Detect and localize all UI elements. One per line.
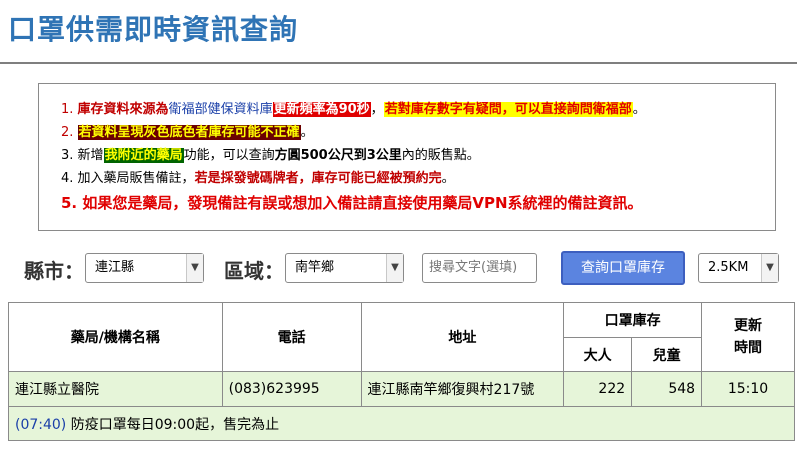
cell-adult-stock: 222 xyxy=(563,371,633,407)
header-name: 藥局/機構名稱 xyxy=(8,302,223,372)
notice-2-gray-warning: 若資料呈現灰色底色者庫存可能不正確 xyxy=(77,125,301,140)
header-address: 地址 xyxy=(360,302,565,372)
notice-3-func: 功能，可以查詢 xyxy=(183,148,275,163)
notice-1-question: 若對庫存數字有疑問，可以直接詢問衛福部 xyxy=(383,102,633,117)
filter-bar: 縣市： 連江縣 ▼ 區域： 南竿鄉 ▼ 搜尋文字(選填) 查詢口罩庫存 2.5K… xyxy=(0,251,797,285)
page-title: 口罩供需即時資訊查詢 xyxy=(8,13,299,46)
notice-box: 1. 庫存資料來源為衛福部健保資料庫更新頻率為90秒，若對庫存數字有疑問，可以直… xyxy=(38,83,776,231)
title-divider xyxy=(0,62,797,64)
notice-4-add: 加入藥局販售備註， xyxy=(77,171,195,186)
notice-num-1: 1. xyxy=(61,102,74,117)
chevron-down-icon: ▼ xyxy=(761,254,778,282)
notice-1-source-label: 庫存資料來源為 xyxy=(77,102,169,117)
cell-updated-time: 15:10 xyxy=(701,371,795,407)
notice-line-1: 1. 庫存資料來源為衛福部健保資料庫更新頻率為90秒，若對庫存數字有疑問，可以直… xyxy=(61,98,775,121)
notice-1-source: 衛福部健保資料庫 xyxy=(168,102,273,117)
chevron-down-icon: ▼ xyxy=(386,254,403,282)
notice-line-2: 2. 若資料呈現灰色底色者庫存可能不正確。 xyxy=(61,121,775,144)
notice-num-4: 4. xyxy=(61,171,74,186)
cell-note: (07:40) 防疫口罩每日09:00起，售完為止 xyxy=(8,406,795,441)
notice-num-3: 3. xyxy=(61,148,74,163)
district-select[interactable]: 南竿鄉 ▼ xyxy=(285,253,404,283)
notice-3-points: 內的販售點。 xyxy=(401,148,480,163)
notice-line-4: 4. 加入藥局販售備註，若是採發號碼牌者，庫存可能已經被預約完。 xyxy=(61,167,775,190)
note-text: 防疫口罩每日09:00起，售完為止 xyxy=(66,416,280,433)
notice-3-add: 新增 xyxy=(77,148,104,163)
district-label: 區域： xyxy=(224,259,284,283)
header-child: 兒童 xyxy=(631,337,703,372)
notice-num-2: 2. xyxy=(61,125,74,140)
distance-select-value: 2.5KM xyxy=(708,260,749,275)
notice-line-3: 3. 新增我附近的藥局功能，可以查詢方圓500公尺到3公里內的販售點。 xyxy=(61,144,775,167)
chevron-down-icon: ▼ xyxy=(186,254,203,282)
notice-2-period: 。 xyxy=(300,125,314,140)
cell-child-stock: 548 xyxy=(631,371,703,407)
header-adult: 大人 xyxy=(563,337,633,372)
notice-line-5: 5. 如果您是藥局，發現備註有誤或想加入備註請直接使用藥局VPN系統裡的備註資訊… xyxy=(61,190,775,216)
cell-name: 連江縣立醫院 xyxy=(8,371,223,407)
cell-address: 連江縣南竿鄉復興村217號 xyxy=(360,371,565,407)
header-updated-text: 更新時間 xyxy=(734,318,763,356)
header-updated: 更新時間 xyxy=(701,302,795,372)
notice-4-warning: 若是採發號碼牌者，庫存可能已經被預約完 xyxy=(194,171,442,186)
header-phone: 電話 xyxy=(221,302,362,372)
notice-1-period: 。 xyxy=(632,102,646,117)
notice-5-pharmacy: 如果您是藥局，發現備註有誤或想加入備註請直接使用藥局VPN系統裡的備註資訊。 xyxy=(82,194,643,212)
county-select[interactable]: 連江縣 ▼ xyxy=(85,253,204,283)
search-input[interactable]: 搜尋文字(選填) xyxy=(422,253,537,283)
notice-3-nearby: 我附近的藥局 xyxy=(103,148,184,163)
notice-3-range: 方圓500公尺到3公里 xyxy=(274,148,402,163)
cell-phone: (083)623995 xyxy=(221,371,362,407)
note-time: (07:40) xyxy=(15,416,67,433)
table-row[interactable]: 連江縣立醫院 (083)623995 連江縣南竿鄉復興村217號 222 548… xyxy=(8,371,795,407)
pharmacy-table: 藥局/機構名稱 電話 地址 口罩庫存 更新時間 大人 兒童 連江縣立醫院 (08… xyxy=(8,302,795,441)
notice-1-comma: ， xyxy=(370,102,384,117)
notice-4-period: 。 xyxy=(441,171,455,186)
distance-select[interactable]: 2.5KM ▼ xyxy=(698,253,779,283)
header-stock: 口罩庫存 xyxy=(563,302,703,338)
county-label: 縣市： xyxy=(24,259,84,283)
notice-num-5: 5. xyxy=(61,194,78,212)
notice-1-frequency: 更新頻率為90秒 xyxy=(272,102,371,117)
county-select-value: 連江縣 xyxy=(95,260,135,275)
district-select-value: 南竿鄉 xyxy=(295,260,335,275)
query-stock-button[interactable]: 查詢口罩庫存 xyxy=(561,251,685,285)
table-row-note: (07:40) 防疫口罩每日09:00起，售完為止 xyxy=(8,406,795,441)
